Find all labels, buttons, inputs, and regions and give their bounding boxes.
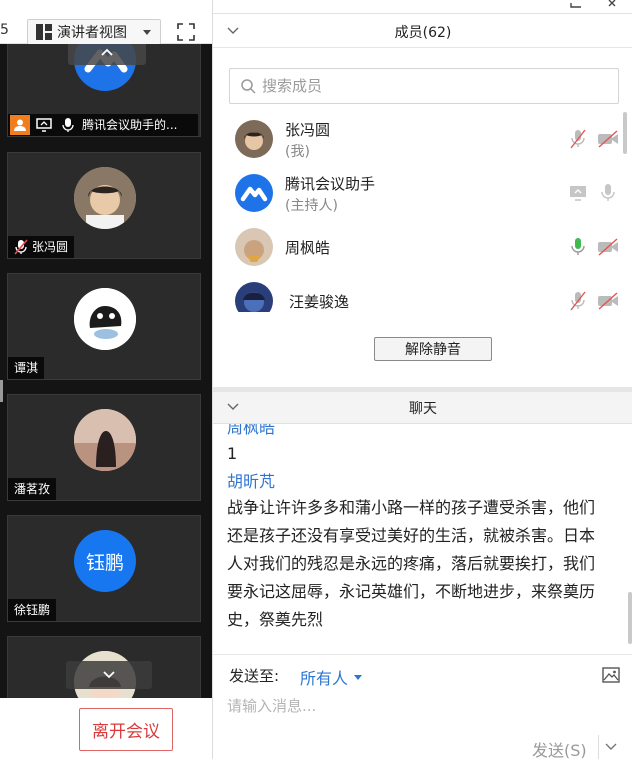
- member-name: 张冯圆: [285, 121, 331, 139]
- collapse-chevron-icon[interactable]: [227, 403, 239, 411]
- video-tile[interactable]: 谭淇: [7, 273, 201, 380]
- tencent-meeting-logo-icon: [240, 186, 268, 202]
- mic-active-icon[interactable]: [569, 237, 587, 257]
- avatar: [74, 409, 136, 471]
- video-name-tag: 张冯圆: [8, 236, 75, 258]
- chat-sender: 胡昕芃: [227, 472, 276, 491]
- chat-message-text: 战争让许许多多和蒲小路一样的孩子遭受杀害，他们 还是孩子还没有享受过美好的生活，…: [227, 494, 627, 634]
- send-to-label: 发送至:: [229, 667, 280, 685]
- video-name-tag: 潘茗孜: [8, 478, 57, 500]
- dropdown-caret-icon: [354, 674, 363, 680]
- members-header[interactable]: 成员(62): [213, 16, 632, 48]
- video-strip[interactable]: 腾讯会议助手的... 张冯圆 谭淇 潘茗孜 钰鹏 徐钰鹏: [0, 44, 212, 698]
- screen-share-icon: [570, 186, 586, 201]
- member-role: (我): [285, 144, 310, 160]
- video-name-tag: 谭淇: [8, 357, 45, 379]
- avatar: [235, 120, 273, 158]
- video-tile[interactable]: 腾讯会议助手的...: [7, 44, 201, 137]
- avatar: [74, 288, 136, 350]
- video-tile[interactable]: 张冯圆: [7, 152, 201, 259]
- members-title: 成员(62): [394, 24, 452, 41]
- scroll-up-button[interactable]: [68, 44, 146, 65]
- leave-meeting-button[interactable]: 离开会议: [79, 708, 173, 751]
- unmute-button[interactable]: 解除静音: [374, 337, 492, 361]
- message-input[interactable]: [227, 693, 617, 719]
- video-tile[interactable]: 钰鹏 徐钰鹏: [7, 515, 201, 622]
- chat-sender: 周枫皓: [227, 424, 276, 437]
- video-panel: 5 演讲者视图 腾讯会议助手的... 张冯圆 谭淇 潘茗孜 钰鹏 徐钰鹏 离开会…: [0, 0, 212, 759]
- avatar: [74, 167, 136, 229]
- avatar: [235, 282, 273, 312]
- member-name: 汪姜骏逸: [289, 293, 350, 311]
- search-icon: [241, 79, 256, 94]
- camera-off-icon[interactable]: [597, 129, 619, 149]
- video-name-label: 谭淇: [14, 361, 39, 375]
- tencent-assistant-avatar: [235, 174, 273, 212]
- left-scroll-handle[interactable]: [0, 380, 3, 402]
- chat-scrollbar[interactable]: [628, 592, 632, 644]
- member-list[interactable]: 张冯圆 (我) 腾讯会议助手 (主持人) 周枫皓 汪姜骏逸: [213, 112, 632, 312]
- members-scrollbar[interactable]: [623, 112, 627, 154]
- member-row[interactable]: 张冯圆 (我): [213, 112, 623, 166]
- send-target-dropdown[interactable]: 所有人: [300, 665, 363, 689]
- video-name-tag: 徐钰鹏: [8, 599, 57, 621]
- window-controls-edge: [213, 0, 632, 14]
- camera-off-icon[interactable]: [597, 237, 619, 257]
- video-toolbar: 5 演讲者视图: [0, 0, 212, 45]
- chat-messages[interactable]: 周枫皓 1 胡昕芃 战争让许许多多和蒲小路一样的孩子遭受杀害，他们 还是孩子还没…: [213, 424, 632, 654]
- view-mode-dropdown[interactable]: 演讲者视图: [27, 19, 161, 45]
- avatar: [235, 228, 273, 266]
- video-name-label: 张冯圆: [32, 240, 69, 254]
- member-row[interactable]: 汪姜骏逸: [213, 274, 623, 312]
- video-name-tag: 腾讯会议助手的...: [8, 114, 198, 136]
- chat-message-line: 人对我们的残忍是永远的疼痛，落后就要挨打，我们: [227, 554, 596, 573]
- search-input[interactable]: [262, 77, 592, 95]
- chat-message-line: 史，祭奠先烈: [227, 610, 324, 629]
- camera-off-icon[interactable]: [597, 291, 619, 311]
- member-row[interactable]: 周枫皓: [213, 220, 623, 274]
- avatar-text: 钰鹏: [74, 530, 136, 592]
- send-separator: [598, 735, 599, 759]
- send-options-chevron-icon[interactable]: [605, 743, 617, 751]
- mic-muted-icon: [14, 239, 28, 255]
- mic-muted-icon[interactable]: [569, 129, 587, 149]
- chevron-down-icon: [103, 671, 115, 679]
- scroll-down-button[interactable]: [66, 661, 152, 689]
- member-search[interactable]: [229, 68, 619, 104]
- chat-title: 聊天: [409, 400, 437, 417]
- presenter-view-icon: [36, 24, 52, 40]
- dropdown-caret-icon: [143, 29, 151, 35]
- view-mode-label: 演讲者视图: [57, 25, 127, 41]
- video-name-label: 腾讯会议助手的...: [82, 118, 178, 132]
- fullscreen-icon[interactable]: [176, 22, 196, 42]
- chat-message-line: 要永记这屈辱，永记英雄们，不断地进步，来祭奠历: [227, 582, 596, 601]
- video-tile[interactable]: 潘茗孜: [7, 394, 201, 501]
- image-icon[interactable]: [602, 667, 620, 683]
- chat-message-text: 1: [227, 444, 238, 463]
- screen-share-icon: [34, 115, 54, 135]
- member-name: 腾讯会议助手: [285, 175, 376, 193]
- mic-icon: [58, 115, 78, 135]
- chat-message-line: 还是孩子还没有享受过美好的生活，就被杀害。日本: [227, 526, 596, 545]
- toolbar-cut-text: 5: [0, 22, 9, 38]
- video-name-label: 潘茗孜: [14, 482, 51, 496]
- chat-header[interactable]: 聊天: [213, 392, 632, 424]
- side-panel: 成员(62) 张冯圆 (我) 腾讯会议助手: [212, 0, 632, 759]
- member-role: (主持人): [285, 198, 338, 214]
- left-footer: 离开会议: [0, 698, 212, 759]
- send-button[interactable]: 发送(S): [532, 737, 587, 759]
- member-row[interactable]: 腾讯会议助手 (主持人): [213, 166, 623, 220]
- member-name: 周枫皓: [285, 239, 331, 257]
- chevron-up-icon: [101, 48, 113, 56]
- video-name-label: 徐钰鹏: [14, 603, 51, 617]
- host-icon: [10, 115, 30, 135]
- collapse-chevron-icon[interactable]: [227, 27, 239, 35]
- send-target-label: 所有人: [300, 669, 349, 688]
- chat-message-line: 战争让许许多多和蒲小路一样的孩子遭受杀害，他们: [227, 498, 596, 517]
- mic-icon[interactable]: [597, 183, 619, 203]
- chat-composer: 发送至: 所有人 发送(S): [213, 654, 632, 759]
- mic-muted-icon[interactable]: [569, 291, 587, 311]
